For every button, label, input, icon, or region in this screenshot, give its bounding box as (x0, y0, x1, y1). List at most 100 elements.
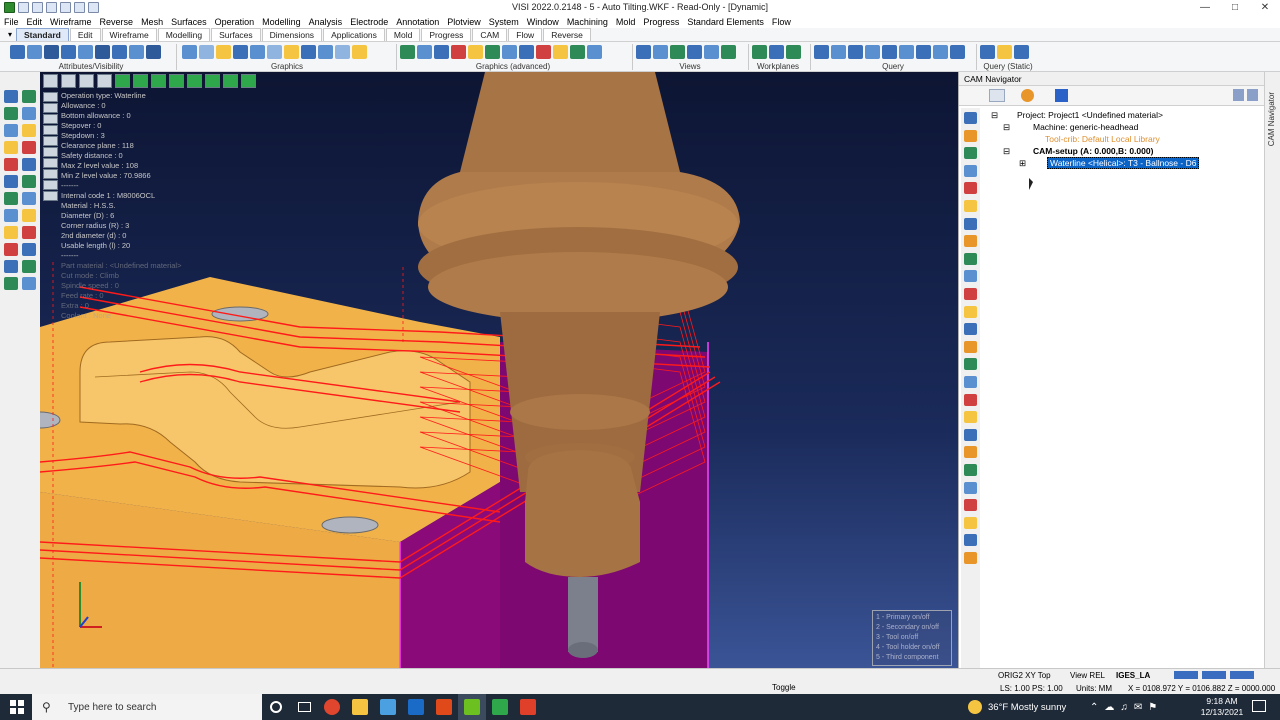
side-tool-icon[interactable] (22, 158, 36, 171)
menu-progress[interactable]: Progress (643, 17, 679, 27)
redo-icon[interactable] (88, 2, 99, 13)
file-explorer-icon[interactable] (346, 694, 374, 720)
cam-command-icon[interactable] (964, 323, 977, 336)
toolbar-tool-icon[interactable] (536, 45, 551, 59)
cam-command-icon[interactable] (964, 270, 977, 283)
app-icon[interactable] (486, 694, 514, 720)
toolbar-tool-icon[interactable] (451, 45, 466, 59)
side-tool-icon[interactable] (4, 243, 18, 256)
toolbar-tool-icon[interactable] (10, 45, 25, 59)
toolbar-tool-icon[interactable] (831, 45, 846, 59)
menu-window[interactable]: Window (527, 17, 559, 27)
menu-operation[interactable]: Operation (215, 17, 255, 27)
viewport-tool-icon[interactable] (43, 147, 58, 157)
undo-icon[interactable] (74, 2, 85, 13)
viewport-tool-icon[interactable] (133, 74, 148, 88)
tab-surfaces[interactable]: Surfaces (211, 28, 261, 41)
toolbar-tool-icon[interactable] (704, 45, 719, 59)
open-file-icon[interactable] (32, 2, 43, 13)
side-tool-icon[interactable] (4, 175, 18, 188)
menu-annotation[interactable]: Annotation (396, 17, 439, 27)
weather-icon[interactable] (968, 700, 982, 714)
cam-command-icon[interactable] (964, 393, 977, 406)
viewport-tool-icon[interactable] (43, 169, 58, 179)
side-tool-icon[interactable] (22, 141, 36, 154)
cam-command-icon[interactable] (964, 446, 977, 459)
menu-flow[interactable]: Flow (772, 17, 791, 27)
system-tray-icons[interactable]: ⌃☁♫✉⚑ (1090, 702, 1163, 713)
cam-command-icon[interactable] (964, 235, 977, 248)
toolbar-tool-icon[interactable] (78, 45, 93, 59)
outlook-icon[interactable] (402, 694, 430, 720)
toolbar-tool-icon[interactable] (233, 45, 248, 59)
tab-progress[interactable]: Progress (421, 28, 472, 41)
cam-command-icon[interactable] (964, 499, 977, 512)
side-tool-icon[interactable] (22, 226, 36, 239)
toolbar-tool-icon[interactable] (352, 45, 367, 59)
clock-time[interactable]: 9:18 AM (1202, 696, 1242, 706)
side-tool-icon[interactable] (22, 277, 36, 290)
cam-command-icon[interactable] (964, 129, 977, 142)
side-tool-icon[interactable] (4, 158, 18, 171)
tab-reverse[interactable]: Reverse (543, 28, 591, 41)
toolbar-tool-icon[interactable] (216, 45, 231, 59)
toolbar-tool-icon[interactable] (950, 45, 965, 59)
cam-command-icon[interactable] (964, 305, 977, 318)
side-tool-icon[interactable] (4, 141, 18, 154)
app-icon[interactable] (374, 694, 402, 720)
cam-command-icon[interactable] (964, 411, 977, 424)
side-tool-icon[interactable] (4, 90, 18, 103)
tab-cam[interactable]: CAM (472, 28, 508, 41)
windows-start-icon[interactable] (10, 700, 24, 714)
cam-command-icon[interactable] (964, 200, 977, 212)
redo-icon[interactable] (1247, 89, 1258, 101)
tab-modelling[interactable]: Modelling (157, 28, 211, 41)
viewport-tool-icon[interactable] (43, 191, 58, 201)
toolbar-tool-icon[interactable] (27, 45, 42, 59)
chrome-icon[interactable] (318, 694, 346, 720)
gear-icon[interactable] (1021, 89, 1034, 102)
cam-command-icon[interactable] (964, 340, 977, 353)
side-tool-icon[interactable] (22, 175, 36, 188)
tab-edit[interactable]: Edit (69, 28, 101, 41)
tree-expander[interactable]: ⊟ (1003, 146, 1010, 157)
3d-viewport[interactable]: Operation type: Waterline Allowance : 0 Bo… (40, 72, 958, 668)
weather-text[interactable]: 36°F Mostly sunny (988, 702, 1066, 713)
toolbar-tool-icon[interactable] (112, 45, 127, 59)
viewport-tool-icon[interactable] (43, 180, 58, 190)
toolbar-tool-icon[interactable] (587, 45, 602, 59)
toolbar-tool-icon[interactable] (417, 45, 432, 59)
toolbar-tool-icon[interactable] (502, 45, 517, 59)
side-tool-icon[interactable] (22, 209, 36, 222)
toolbar-tool-icon[interactable] (636, 45, 651, 59)
toolbar-tool-icon[interactable] (44, 45, 59, 59)
maximize-button[interactable]: □ (1220, 0, 1250, 15)
toolbar-tool-icon[interactable] (61, 45, 76, 59)
viewport-tool-icon[interactable] (241, 74, 256, 88)
save-icon[interactable] (46, 2, 57, 13)
toolbar-tool-icon[interactable] (1014, 45, 1029, 59)
cam-command-icon[interactable] (964, 376, 977, 388)
toolbar-tool-icon[interactable] (980, 45, 995, 59)
toolbar-tool-icon[interactable] (519, 45, 534, 59)
toolbar-tool-icon[interactable] (182, 45, 197, 59)
viewport-tool-icon[interactable] (79, 74, 94, 88)
tree-node-setup[interactable]: CAM-setup (A: 0.000,B: 0.000) (1033, 146, 1153, 156)
cam-command-icon[interactable] (964, 516, 977, 529)
tree-expander[interactable]: ⊟ (991, 110, 998, 121)
toolbar-tool-icon[interactable] (335, 45, 350, 59)
cam-command-icon[interactable] (964, 164, 977, 177)
toolbar-tool-icon[interactable] (882, 45, 897, 59)
toolbar-tool-icon[interactable] (752, 45, 767, 59)
toolbar-tool-icon[interactable] (318, 45, 333, 59)
side-tool-icon[interactable] (22, 90, 36, 103)
app-icon[interactable] (430, 694, 458, 720)
tab-standard[interactable]: Standard (16, 28, 69, 41)
side-tool-icon[interactable] (22, 243, 36, 256)
app-icon[interactable] (514, 694, 542, 720)
viewport-tool-icon[interactable] (61, 74, 76, 88)
viewport-tool-icon[interactable] (43, 74, 58, 88)
menu-edit[interactable]: Edit (27, 17, 43, 27)
color-swatch[interactable] (1230, 671, 1254, 679)
visi-taskbar-icon[interactable] (458, 694, 486, 720)
